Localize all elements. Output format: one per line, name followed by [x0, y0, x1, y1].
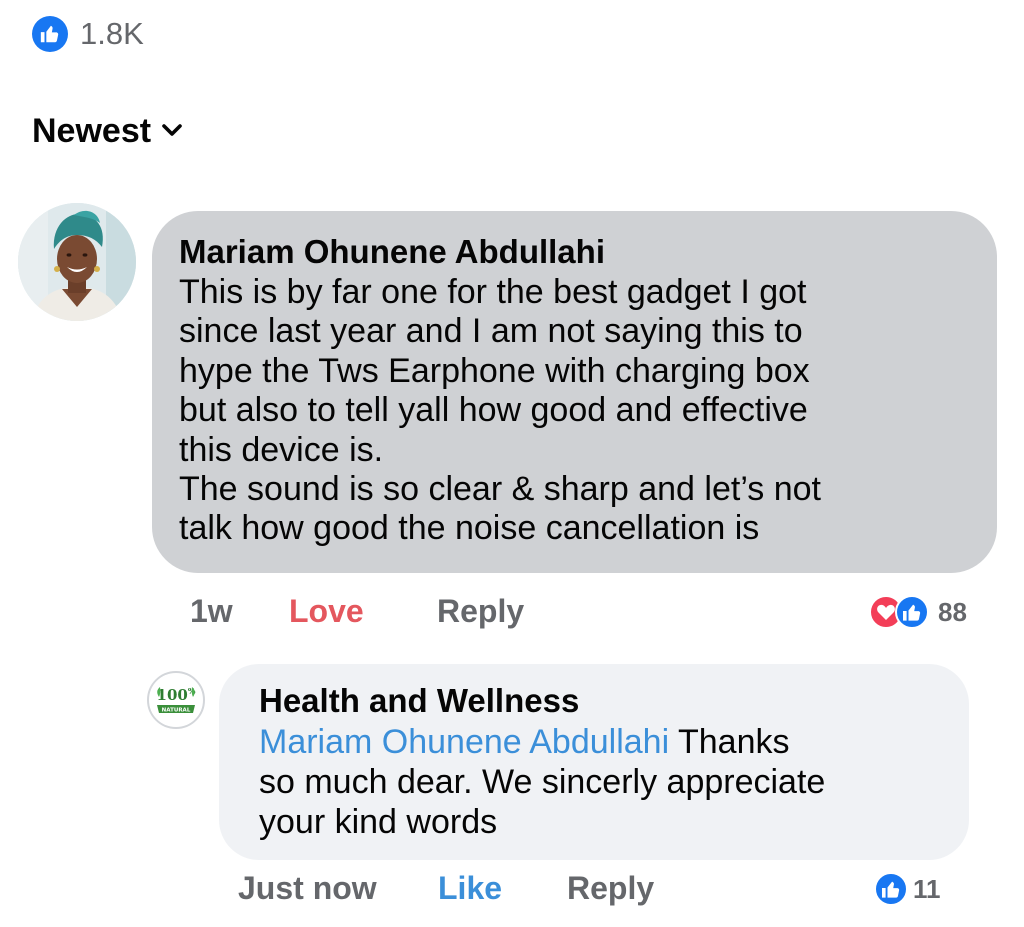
comment-text: Mariam Ohunene Abdullahi Thanks so much …: [259, 722, 949, 842]
sort-label: Newest: [32, 112, 152, 150]
like-thumb-icon: [874, 872, 908, 906]
chevron-down-icon: [161, 123, 183, 144]
comment-line: The sound is so clear & sharp and let’s …: [179, 470, 821, 509]
comment-line: This is by far one for the best gadget I…: [179, 273, 807, 311]
like-thumb-icon: [32, 16, 68, 52]
comment-line: your kind words: [259, 803, 498, 841]
reply-button[interactable]: Reply: [437, 593, 524, 630]
comment-timestamp[interactable]: 1w: [190, 593, 233, 630]
reaction-count: 11: [913, 873, 941, 904]
like-button[interactable]: Like: [438, 870, 502, 907]
avatar[interactable]: 100% NATURAL: [147, 671, 205, 729]
comment-line: Mariam Ohunene Abdullahi Thanks: [259, 722, 949, 762]
comment-line: hype the Tws Earphone with charging box: [179, 351, 810, 390]
like-count: 1.8K: [80, 16, 144, 51]
comment-line: but also to tell yall how good and effec…: [179, 391, 808, 430]
comment-author[interactable]: Mariam Ohunene Abdullahi: [179, 231, 971, 273]
post-like-summary[interactable]: 1.8K: [32, 14, 144, 54]
mention-link[interactable]: Mariam Ohunene Abdullahi: [259, 723, 669, 761]
love-reaction-button[interactable]: Love: [289, 593, 364, 630]
comment-text: This is by far one for the best gadget I…: [179, 273, 971, 549]
sort-dropdown[interactable]: Newest: [32, 112, 183, 151]
reaction-summary[interactable]: 11: [873, 871, 941, 907]
love-heart-icon: [869, 595, 929, 629]
reaction-summary[interactable]: 88: [868, 594, 967, 630]
reaction-count: 88: [938, 596, 967, 627]
svg-text:NATURAL: NATURAL: [162, 708, 191, 714]
comment-timestamp[interactable]: Just now: [238, 870, 377, 907]
comment-bubble: Mariam Ohunene Abdullahi This is by far …: [152, 211, 997, 573]
comment-line: this device is.: [179, 430, 384, 469]
comment-line: so much dear. We sincerly appreciate: [259, 763, 826, 801]
natural-logo-icon: 100% NATURAL: [151, 675, 201, 725]
comment-line-text: Thanks: [678, 723, 790, 761]
comment-line: talk how good the noise cancellation is: [179, 509, 760, 548]
reply-button[interactable]: Reply: [567, 870, 654, 907]
comment-author[interactable]: Health and Wellness: [259, 680, 949, 722]
comment-line: since last year and I am not saying this…: [179, 312, 803, 351]
avatar[interactable]: [18, 203, 136, 321]
reply-bubble: Health and Wellness Mariam Ohunene Abdul…: [219, 664, 969, 860]
